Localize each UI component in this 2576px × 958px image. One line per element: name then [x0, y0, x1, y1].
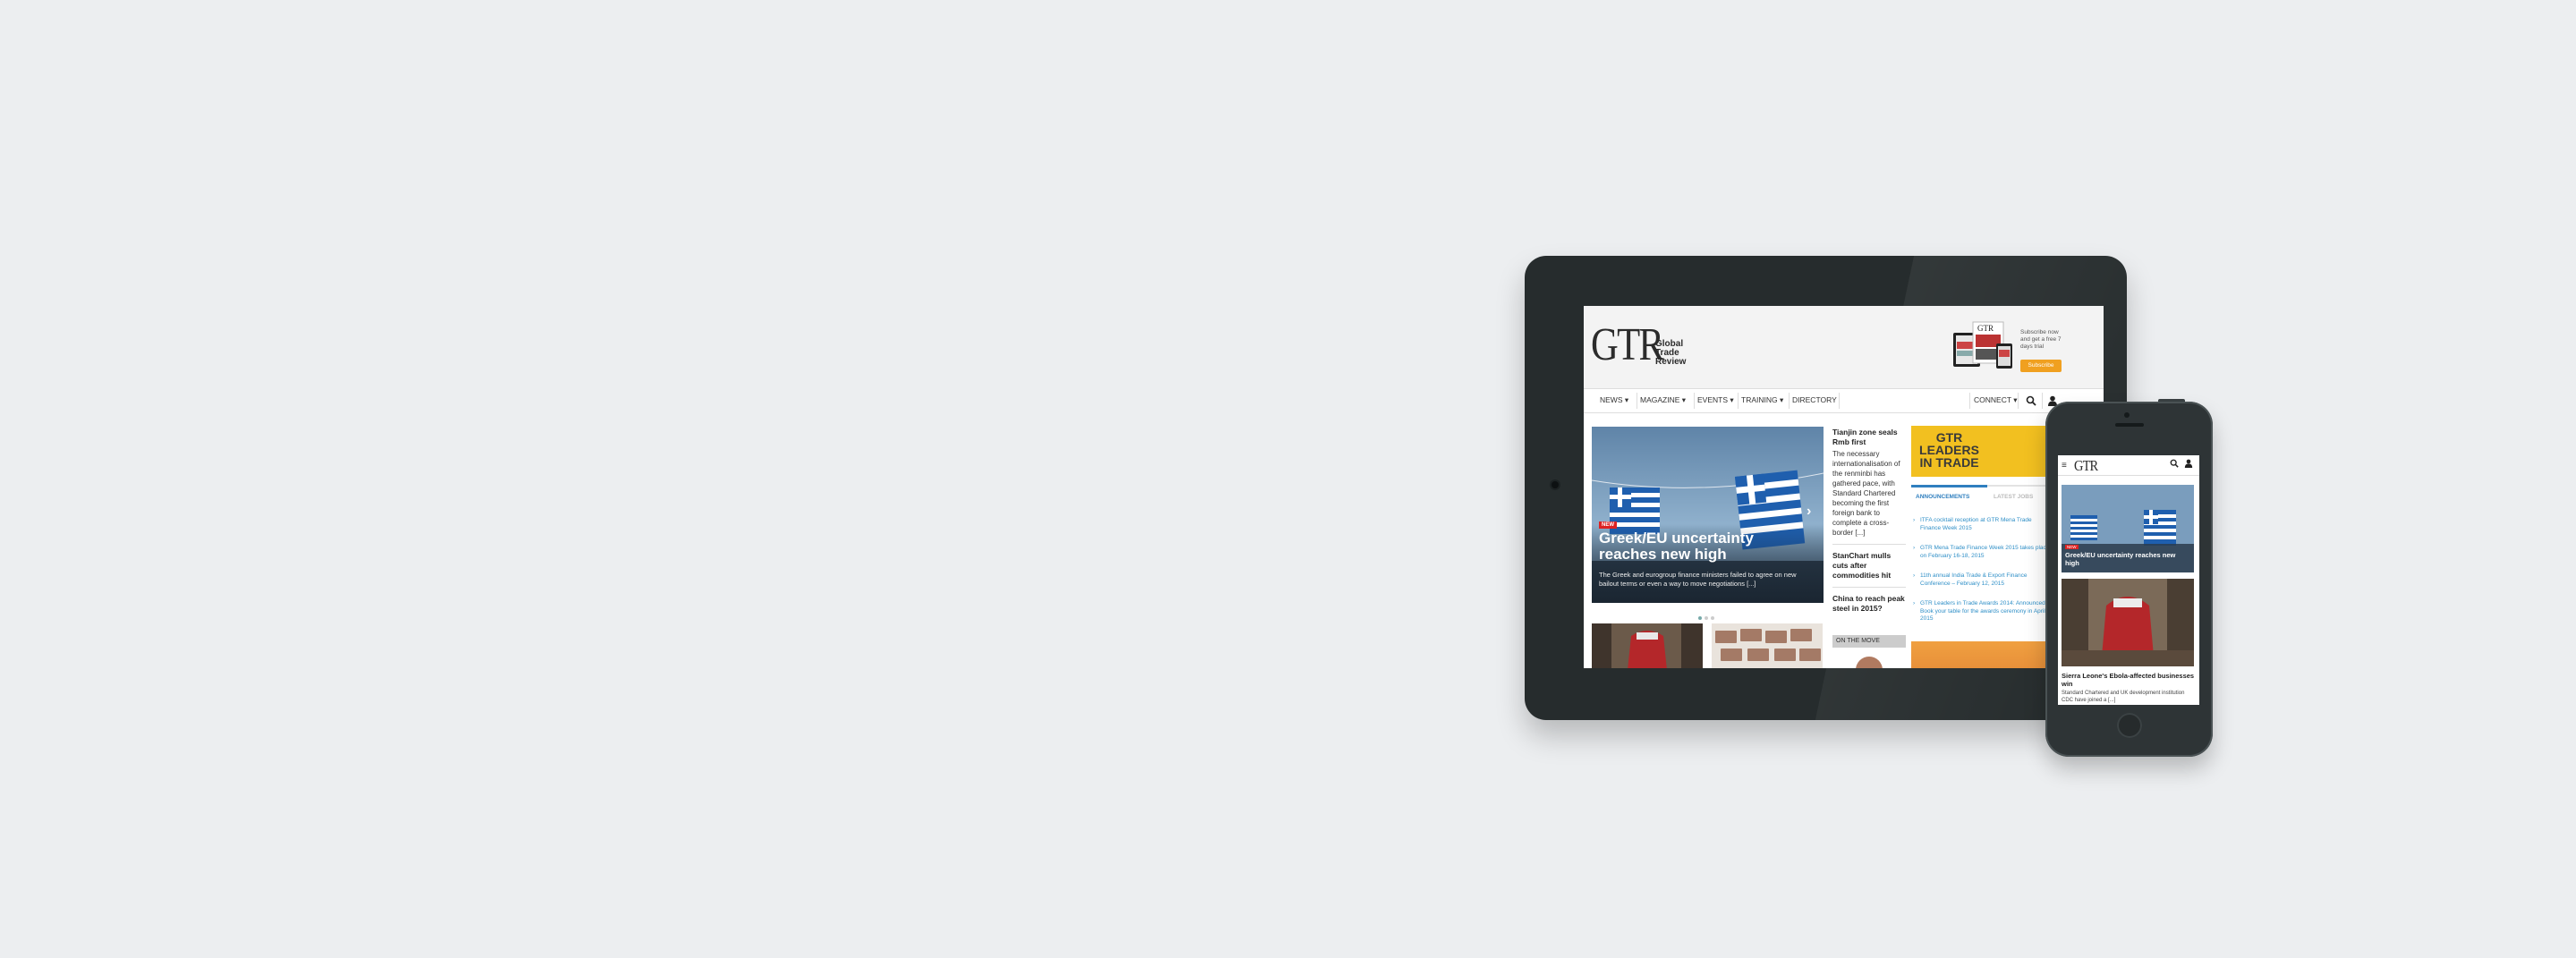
nav-divider — [2042, 393, 2043, 409]
leaders-in-trade-ad[interactable]: GTR LEADERS IN TRADE — [1911, 426, 2050, 477]
slider-dot[interactable] — [1711, 616, 1714, 620]
story-item[interactable]: StanChart mulls cuts after commodities h… — [1832, 551, 1906, 581]
phone-hero-slide[interactable]: NEW Greek/EU uncertainty reaches new hig… — [2062, 485, 2194, 572]
announcement-link[interactable]: ITFA cocktail reception at GTR Mena Trad… — [1911, 517, 2050, 532]
phone-home-button — [2117, 713, 2142, 738]
hero-slider[interactable]: NEW Greek/EU uncertainty reaches new hig… — [1592, 427, 1824, 603]
promo-device-logo: GTR — [1977, 324, 1994, 333]
ship-photo — [2062, 579, 2194, 666]
logo-name-line: Review — [1655, 357, 1687, 367]
search-icon[interactable] — [2026, 395, 2036, 406]
nav-item-directory[interactable]: DIRECTORY — [1792, 395, 1837, 404]
slider-dot[interactable] — [1705, 616, 1708, 620]
article-thumbnail-ship[interactable] — [1592, 623, 1703, 668]
hero-summary: The Greek and eurogroup finance minister… — [1599, 571, 1797, 588]
nav-divider — [1694, 393, 1695, 409]
orange-ad-banner[interactable] — [1911, 641, 2050, 668]
slider-dots — [1698, 608, 1717, 624]
leaders-ad-line: IN TRADE — [1919, 455, 1979, 470]
nav-divider — [1969, 393, 1970, 409]
person-photo[interactable] — [1856, 657, 1883, 668]
chevron-right-icon[interactable]: › — [1807, 504, 1811, 520]
search-icon[interactable] — [2170, 459, 2179, 468]
announcement-link[interactable]: GTR Mena Trade Finance Week 2015 takes p… — [1911, 545, 2050, 560]
gtr-logo-name: Global Trade Review — [1655, 340, 1686, 367]
phone-ship-thumbnail[interactable] — [2062, 579, 2194, 666]
article-thumbnail-banknotes[interactable] — [1712, 623, 1823, 668]
story-divider — [1832, 544, 1906, 545]
user-icon[interactable] — [2184, 459, 2193, 468]
nav-divider — [1839, 393, 1840, 409]
promo-devices-image[interactable]: GTR — [1953, 320, 2014, 370]
hero-new-badge: NEW — [1599, 521, 1617, 529]
tab-announcements[interactable]: ANNOUNCEMENTS — [1916, 494, 1969, 500]
leaders-ad-line: LEADERS — [1919, 443, 1979, 457]
nav-item-news[interactable]: NEWS ▾ — [1600, 395, 1628, 405]
announcement-link[interactable]: 11th annual India Trade & Export Finance… — [1911, 572, 2050, 588]
leaders-ad-text: GTR LEADERS IN TRADE — [1911, 431, 1987, 469]
hero-headline[interactable]: Greek/EU uncertainty reaches new high — [1599, 530, 1814, 563]
phone-gtr-logo[interactable]: GTR — [2074, 457, 2098, 475]
announcements-list: ITFA cocktail reception at GTR Mena Trad… — [1911, 517, 2050, 636]
phone-hero-new-badge: NEW — [2065, 545, 2079, 549]
main-nav: NEWS ▾ MAGAZINE ▾ EVENTS ▾ TRAINING ▾ DI… — [1584, 389, 2104, 413]
nav-item-events[interactable]: EVENTS ▾ — [1697, 395, 1734, 405]
phone-site-header: ≡ GTR — [2058, 455, 2199, 476]
nav-divider — [1738, 393, 1739, 409]
phone-story-title[interactable]: Sierra Leone's Ebola-affected businesses… — [2062, 672, 2196, 688]
nav-item-magazine[interactable]: MAGAZINE ▾ — [1640, 395, 1686, 405]
story-title[interactable]: China to reach peak steel in 2015? — [1832, 594, 1906, 614]
gtr-logo[interactable]: GTR — [1591, 322, 1664, 369]
nav-item-training[interactable]: TRAINING ▾ — [1741, 395, 1783, 405]
story-title[interactable]: StanChart mulls cuts after commodities h… — [1832, 551, 1906, 581]
tablet-device: GTR Global Trade Review GTR Subscribe no… — [1525, 256, 2127, 720]
hamburger-menu-icon[interactable]: ≡ — [2062, 461, 2067, 471]
story-title[interactable]: Tianjin zone seals Rmb first — [1832, 428, 1906, 447]
nav-item-connect[interactable]: CONNECT ▾ — [1974, 395, 2018, 405]
story-body: The necessary internationalisation of th… — [1832, 450, 1900, 537]
story-divider — [1832, 587, 1906, 588]
phone-screen: ≡ GTR NEW Greek/EU uncertainty reaches n… — [2058, 455, 2199, 705]
ship-photo — [1592, 623, 1703, 668]
phone-camera — [2124, 412, 2130, 418]
phone-device: ≡ GTR NEW Greek/EU uncertainty reaches n… — [2045, 402, 2213, 757]
phone-speaker — [2115, 423, 2144, 427]
site-header: GTR Global Trade Review GTR Subscribe no… — [1584, 306, 2104, 389]
phone-story-body: Standard Chartered and UK development in… — [2062, 691, 2185, 703]
slider-dot[interactable] — [1698, 616, 1702, 620]
top-stories-column: Tianjin zone seals Rmb first The necessa… — [1832, 428, 1906, 614]
tab-active-indicator — [1911, 485, 1987, 487]
story-item[interactable]: Tianjin zone seals Rmb first The necessa… — [1832, 428, 1906, 538]
story-item[interactable]: China to reach peak steel in 2015? — [1832, 594, 1906, 614]
phone-hero-headline[interactable]: Greek/EU uncertainty reaches new high — [2065, 551, 2187, 567]
on-the-move-heading: ON THE MOVE — [1832, 635, 1906, 648]
tablet-screen: GTR Global Trade Review GTR Subscribe no… — [1584, 306, 2104, 668]
nav-divider — [1789, 393, 1790, 409]
subscribe-button[interactable]: Subscribe — [2020, 360, 2062, 372]
announcement-link[interactable]: GTR Leaders in Trade Awards 2014: Announ… — [1911, 600, 2050, 623]
tab-latest-jobs[interactable]: LATEST JOBS — [1994, 494, 2033, 500]
leaders-ad-line: GTR — [1935, 430, 1963, 445]
tablet-camera — [1552, 481, 1559, 488]
nav-divider — [2018, 393, 2019, 409]
banknotes-photo — [1712, 623, 1823, 668]
promo-text: Subscribe now and get a free 7 days tria… — [2020, 329, 2062, 350]
